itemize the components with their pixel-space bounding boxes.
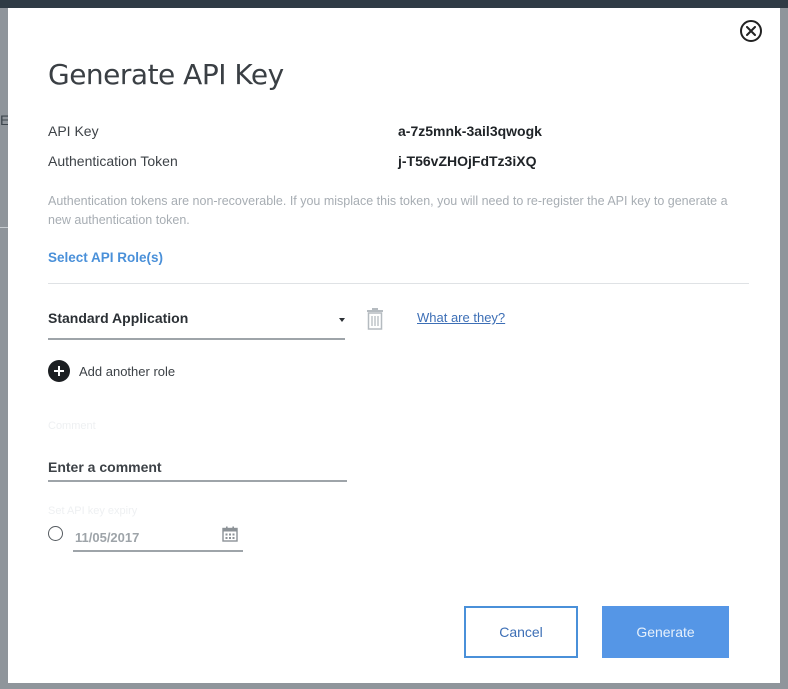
expiry-date-value: 11/05/2017: [75, 530, 140, 545]
section-divider: [48, 283, 749, 284]
api-key-value: a-7z5mnk-3ail3qwogk: [398, 123, 542, 139]
expiry-label: Set API key expiry: [48, 505, 138, 517]
backdrop-divider: [0, 227, 8, 228]
role-select-value: Standard Application: [48, 310, 189, 326]
calendar-icon[interactable]: [222, 526, 238, 542]
chevron-down-icon: [339, 318, 345, 322]
add-role-label: Add another role: [79, 363, 176, 379]
generate-button[interactable]: Generate: [602, 606, 729, 658]
plus-circle-icon: [48, 360, 70, 382]
backdrop-header: [0, 0, 788, 8]
auth-token-label: Authentication Token: [48, 153, 178, 169]
auth-token-value: j-T56vZHOjFdTz3iXQ: [398, 153, 537, 169]
expiry-date-field[interactable]: 11/05/2017: [73, 522, 243, 552]
trash-icon[interactable]: [366, 308, 384, 330]
expiry-radio[interactable]: [48, 526, 63, 541]
cancel-button[interactable]: Cancel: [464, 606, 578, 658]
dialog-title: Generate API Key: [48, 58, 284, 91]
api-key-label: API Key: [48, 123, 99, 139]
comment-label: Comment: [48, 420, 96, 432]
close-button[interactable]: [740, 20, 762, 42]
what-are-they-link[interactable]: What are they?: [417, 310, 505, 325]
role-select[interactable]: Standard Application: [48, 304, 345, 340]
close-icon: [746, 26, 756, 36]
select-api-roles-link[interactable]: Select API Role(s): [48, 250, 163, 265]
comment-input[interactable]: [48, 448, 347, 482]
add-another-role-button[interactable]: Add another role: [48, 360, 175, 382]
generate-api-key-dialog: Generate API Key API Key a-7z5mnk-3ail3q…: [8, 8, 780, 683]
token-warning-text: Authentication tokens are non-recoverabl…: [48, 194, 728, 227]
